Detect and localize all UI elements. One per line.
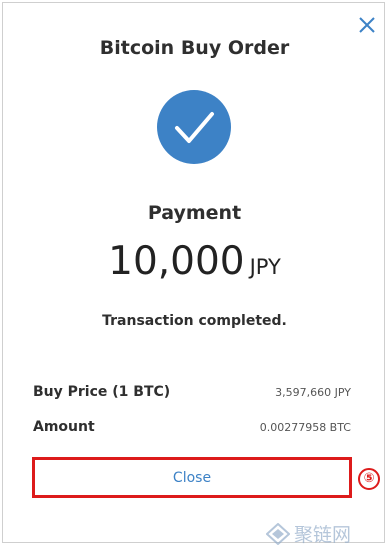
amount-currency: JPY xyxy=(249,255,281,279)
payment-amount: 10,000 JPY xyxy=(3,239,386,284)
dialog-title: Bitcoin Buy Order xyxy=(99,37,290,59)
payment-label: Payment xyxy=(147,202,242,224)
transaction-status: Transaction completed. xyxy=(102,313,287,329)
watermark-logo-icon xyxy=(266,522,290,545)
checkmark-icon xyxy=(175,112,214,143)
buy-price-value: 3,597,660 JPY xyxy=(275,386,351,399)
buy-price-label: Buy Price (1 BTC) xyxy=(33,384,171,400)
watermark-text: 聚链网 xyxy=(294,524,352,546)
amount-label: Amount xyxy=(33,419,95,435)
amount-value: 10,000 xyxy=(108,239,245,284)
amount-btc-value: 0.00277958 BTC xyxy=(259,421,351,434)
buy-order-dialog: Bitcoin Buy Order Payment 10,000 JPY Tran… xyxy=(2,2,385,543)
success-badge xyxy=(157,90,231,164)
close-button[interactable]: Close xyxy=(35,460,349,495)
step-marker: ⑤ xyxy=(358,468,380,490)
close-button-highlight: Close xyxy=(32,457,352,498)
close-icon[interactable] xyxy=(358,16,376,34)
watermark: 聚链网 xyxy=(266,520,351,547)
